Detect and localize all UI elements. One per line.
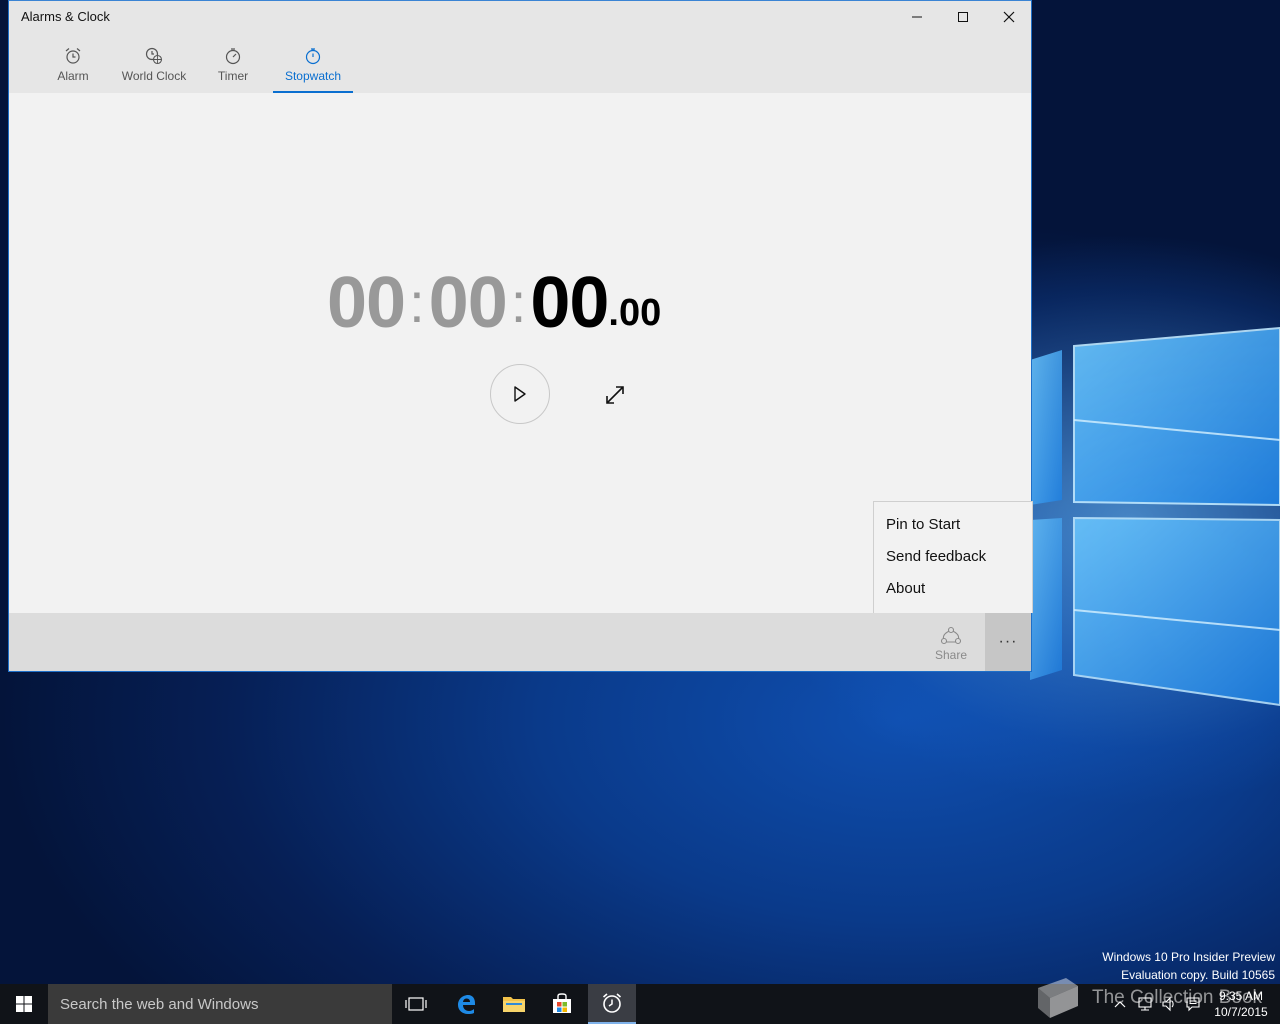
alarm-clock-icon: [65, 48, 81, 64]
task-view-button[interactable]: [392, 984, 440, 1024]
edge-icon: [458, 995, 475, 1014]
timer-icon: [225, 48, 241, 65]
tab-stopwatch-label: Stopwatch: [284, 69, 342, 83]
window-title: Alarms & Clock: [21, 9, 110, 24]
stopwatch-icon: [305, 48, 321, 65]
file-explorer-button[interactable]: [490, 984, 538, 1024]
task-view-icon: [405, 997, 427, 1011]
separator: :: [510, 271, 527, 334]
expand-icon: [606, 386, 624, 404]
tab-timer[interactable]: Timer: [213, 33, 253, 93]
title-bar[interactable]: Alarms & Clock: [9, 1, 1031, 33]
alarms-clock-taskbar-button[interactable]: [588, 984, 636, 1024]
collection-book-text: The Collection Book: [1092, 987, 1263, 1008]
world-clock-icon: [145, 47, 163, 65]
tab-world-clock-label: World Clock: [121, 69, 187, 83]
more-options-button[interactable]: ···: [985, 613, 1031, 671]
tab-alarm[interactable]: Alarm: [53, 33, 93, 93]
overflow-menu: Pin to Start Send feedback About: [873, 501, 1033, 613]
alarms-clock-window: Alarms & Clock Alarm World Clock Timer S…: [8, 0, 1033, 672]
windows-start-icon: [16, 996, 32, 1012]
stopwatch-hundredths: .00: [608, 292, 662, 334]
close-button[interactable]: [986, 1, 1032, 33]
tab-bar: Alarm World Clock Timer Stopwatch: [9, 33, 1031, 93]
stopwatch-seconds: 00: [530, 263, 609, 343]
book-icon: [1038, 978, 1078, 1018]
menu-item-pin-to-start[interactable]: Pin to Start: [886, 516, 960, 533]
tab-timer-label: Timer: [217, 69, 249, 83]
tab-stopwatch[interactable]: Stopwatch: [273, 33, 353, 93]
store-button[interactable]: [538, 984, 586, 1024]
alarm-clock-icon: [602, 993, 622, 1013]
share-icon: [940, 626, 962, 645]
edge-button[interactable]: [442, 984, 490, 1024]
windows-logo-wallpaper: [1030, 326, 1280, 707]
menu-item-about[interactable]: About: [886, 580, 925, 597]
share-button[interactable]: Share: [921, 613, 981, 671]
minimize-button[interactable]: [894, 1, 940, 33]
expand-button[interactable]: [599, 379, 631, 411]
tab-world-clock[interactable]: World Clock: [119, 33, 189, 93]
start-button[interactable]: [490, 364, 550, 424]
taskbar-search-box[interactable]: Search the web and Windows: [48, 984, 392, 1024]
collection-book-overlay: The Collection Book: [1030, 970, 1280, 1024]
tab-alarm-label: Alarm: [57, 69, 89, 83]
store-icon: [553, 993, 571, 1013]
maximize-icon: [958, 12, 968, 22]
close-icon: [1003, 11, 1015, 23]
command-bar: Share ···: [9, 613, 1031, 671]
stopwatch-hours: 00: [327, 263, 406, 343]
minimize-icon: [912, 16, 922, 18]
edition-watermark: Windows 10 Pro Insider Preview: [1102, 950, 1275, 964]
menu-item-send-feedback[interactable]: Send feedback: [886, 548, 986, 565]
share-label: Share: [934, 648, 968, 662]
separator: :: [409, 271, 425, 334]
stopwatch-minutes: 00: [428, 263, 508, 343]
stopwatch-display: 00:00:00.00: [327, 263, 661, 343]
search-placeholder: Search the web and Windows: [60, 996, 259, 1013]
start-button-windows[interactable]: [0, 984, 48, 1024]
folder-icon: [503, 997, 525, 1012]
maximize-button[interactable]: [940, 1, 986, 33]
play-icon: [514, 386, 526, 402]
